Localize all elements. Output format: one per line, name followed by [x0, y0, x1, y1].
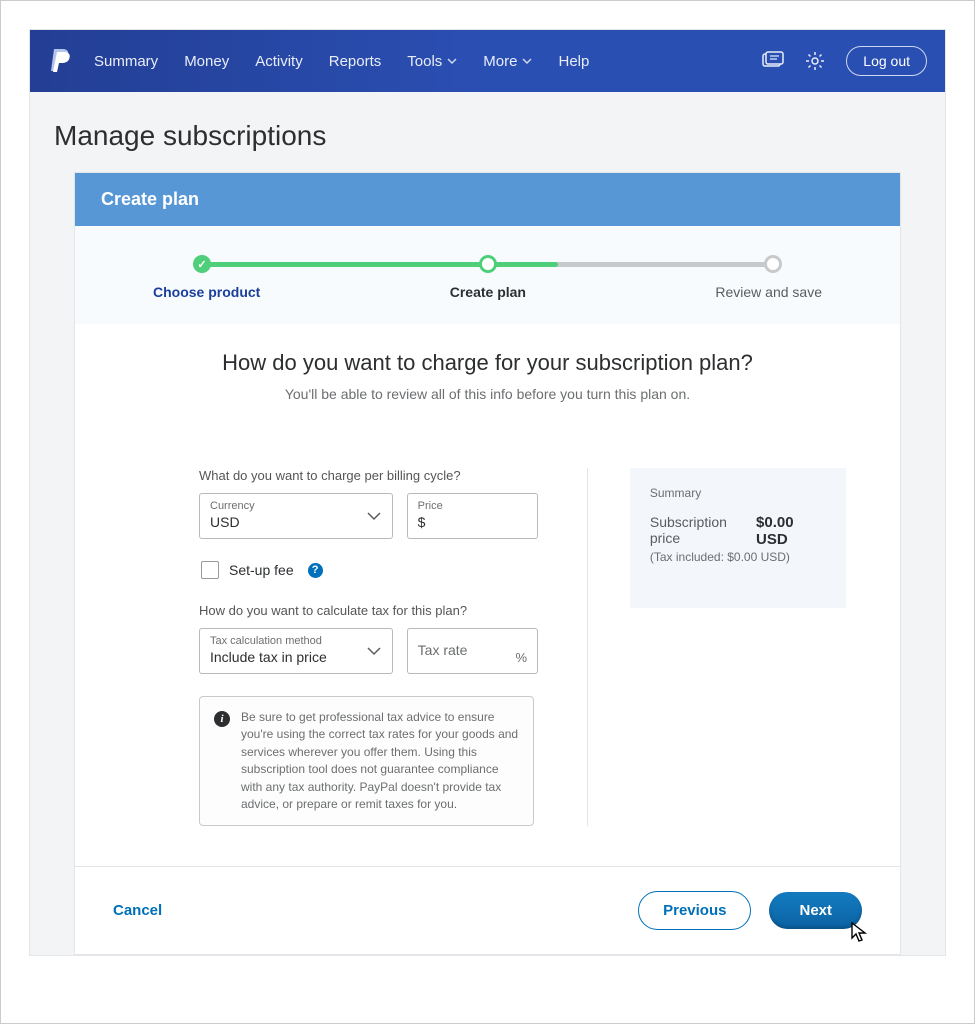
next-button-label: Next: [799, 902, 832, 919]
setup-fee-label: Set-up fee: [229, 562, 294, 578]
price-input[interactable]: Price $: [407, 493, 538, 539]
percent-suffix: %: [516, 650, 528, 665]
summary-price-value: $0.00 USD: [756, 514, 826, 548]
currency-select[interactable]: Currency USD: [199, 493, 393, 539]
cancel-link[interactable]: Cancel: [113, 902, 162, 919]
tax-question: How do you want to calculate tax for thi…: [199, 603, 545, 618]
nav-reports[interactable]: Reports: [329, 53, 382, 70]
previous-button[interactable]: Previous: [638, 891, 751, 930]
summary-price-label: Subscription price: [650, 514, 756, 546]
tax-method-select[interactable]: Tax calculation method Include tax in pr…: [199, 628, 393, 674]
vertical-divider: [587, 468, 588, 826]
step1-label: Choose product: [153, 284, 260, 300]
paypal-logo-icon: [48, 47, 72, 75]
nav-summary[interactable]: Summary: [94, 53, 158, 70]
charge-question: What do you want to charge per billing c…: [199, 468, 545, 483]
step3-label: Review and save: [715, 284, 822, 300]
summary-tax-included: (Tax included: $0.00 USD): [650, 550, 826, 564]
nav-more[interactable]: More: [483, 53, 532, 70]
chevron-down-icon: [366, 646, 382, 656]
chevron-down-icon: [447, 58, 457, 64]
nav-activity[interactable]: Activity: [255, 53, 303, 70]
nav-tools-label: Tools: [407, 53, 442, 70]
next-button[interactable]: Next: [769, 892, 862, 929]
tax-rate-label: Tax rate: [418, 642, 468, 658]
nav-tools[interactable]: Tools: [407, 53, 457, 70]
info-icon: i: [214, 711, 230, 727]
tax-info-text: Be sure to get professional tax advice t…: [241, 709, 519, 813]
form-heading: How do you want to charge for your subsc…: [75, 350, 900, 376]
form-subheading: You'll be able to review all of this inf…: [75, 386, 900, 402]
nav-more-label: More: [483, 53, 517, 70]
step-upcoming-icon: [764, 255, 782, 273]
tax-info-box: i Be sure to get professional tax advice…: [199, 696, 534, 826]
step2-label: Create plan: [450, 284, 526, 300]
nav-help[interactable]: Help: [558, 53, 589, 70]
footer-bar: Cancel Previous Next: [75, 866, 900, 954]
page-title: Manage subscriptions: [30, 92, 945, 172]
currency-value: USD: [210, 514, 382, 530]
summary-title: Summary: [650, 486, 826, 500]
card-header: Create plan: [75, 173, 900, 226]
chevron-down-icon: [366, 511, 382, 521]
create-plan-card: Create plan Choose product Create plan R…: [74, 172, 901, 955]
tax-method-value: Include tax in price: [210, 649, 382, 665]
messages-icon[interactable]: [762, 50, 784, 72]
summary-panel: Summary Subscription price $0.00 USD (Ta…: [630, 468, 846, 608]
help-icon[interactable]: ?: [308, 563, 323, 578]
nav-money[interactable]: Money: [184, 53, 229, 70]
tax-method-label: Tax calculation method: [210, 635, 382, 647]
step-current-icon: [479, 255, 497, 273]
chevron-down-icon: [522, 58, 532, 64]
currency-label: Currency: [210, 500, 382, 512]
cursor-icon: [850, 921, 868, 943]
price-value: $: [418, 514, 527, 530]
setup-fee-checkbox[interactable]: [201, 561, 219, 579]
top-nav: Summary Money Activity Reports Tools Mor…: [30, 30, 945, 92]
step-done-icon: [193, 255, 211, 273]
gear-icon[interactable]: [804, 50, 826, 72]
stepper: Choose product Create plan Review and sa…: [75, 226, 900, 324]
logout-button[interactable]: Log out: [846, 46, 927, 76]
tax-rate-input[interactable]: Tax rate %: [407, 628, 538, 674]
price-label: Price: [418, 500, 527, 512]
